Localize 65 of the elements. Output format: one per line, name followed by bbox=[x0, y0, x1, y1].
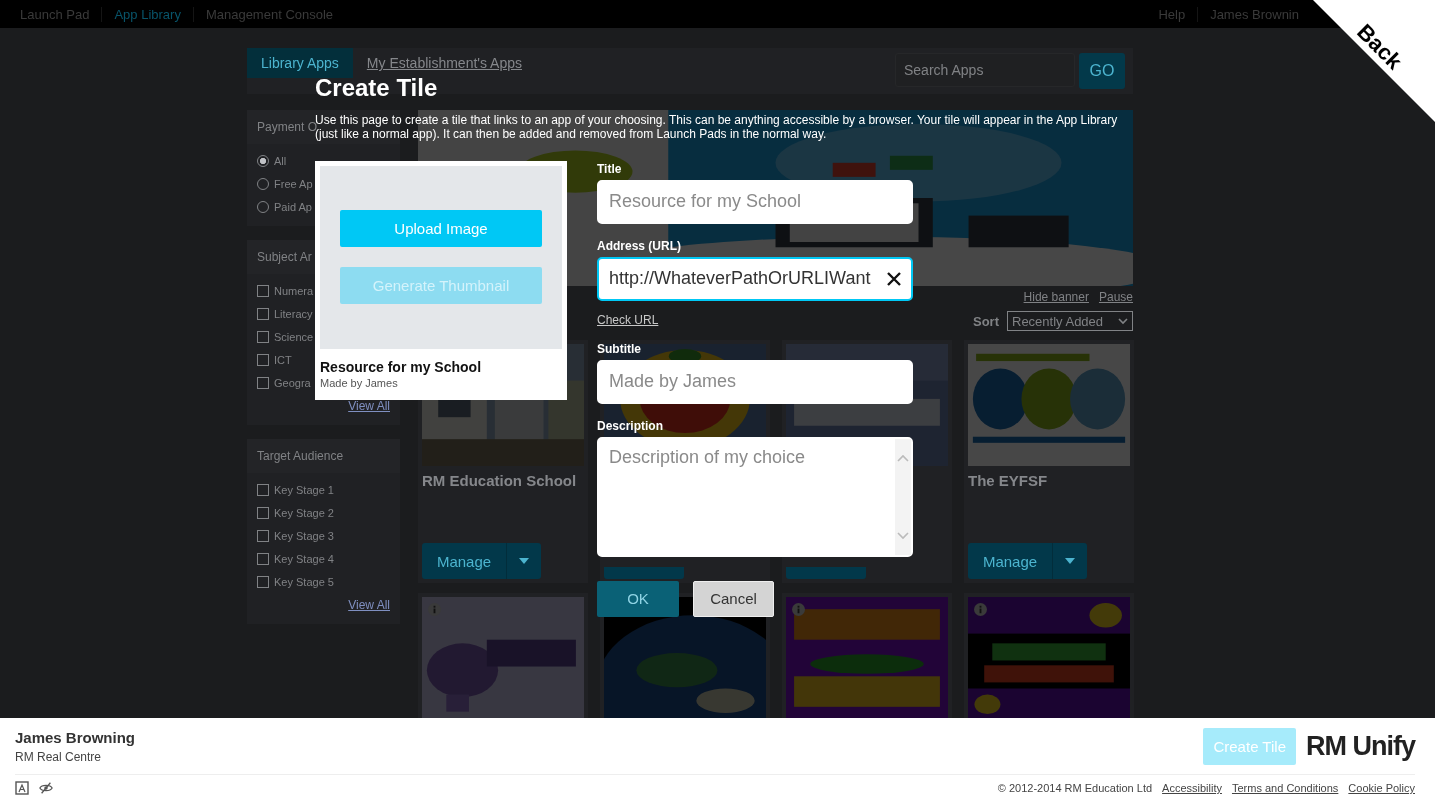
checkbox[interactable] bbox=[257, 354, 269, 366]
tile-title: RM Education School bbox=[422, 472, 578, 489]
tab[interactable]: Library Apps bbox=[247, 48, 353, 78]
manage-button[interactable]: Manage bbox=[422, 543, 506, 579]
checkbox[interactable] bbox=[257, 553, 269, 565]
option-label: Numera bbox=[274, 285, 314, 297]
option-label: Key Stage 5 bbox=[274, 576, 334, 588]
checkbox[interactable] bbox=[257, 507, 269, 519]
logo: RM Unify bbox=[1306, 730, 1415, 762]
text-size-icon[interactable] bbox=[15, 781, 29, 795]
tile-title: The EYFSF bbox=[968, 472, 1049, 489]
check-url-link[interactable]: Check URL bbox=[597, 312, 659, 327]
checkbox[interactable] bbox=[257, 576, 269, 588]
checkbox[interactable] bbox=[257, 308, 269, 320]
checkbox[interactable] bbox=[257, 484, 269, 496]
input-field[interactable]: Made by James bbox=[597, 359, 913, 404]
eye-slash-icon[interactable] bbox=[39, 781, 53, 795]
input-field[interactable]: Description of my choice bbox=[597, 436, 913, 557]
clear-icon[interactable] bbox=[885, 269, 903, 288]
caret-icon bbox=[519, 558, 529, 564]
chevron-icon bbox=[1118, 317, 1128, 325]
footer-link[interactable]: Accessibility bbox=[1162, 782, 1222, 794]
checkbox[interactable] bbox=[257, 377, 269, 389]
field-label: Title bbox=[597, 161, 623, 176]
user-name: James Browning bbox=[15, 728, 136, 746]
view-all-link[interactable]: View All bbox=[348, 399, 390, 413]
option-label: Key Stage 3 bbox=[274, 530, 334, 542]
caret-icon bbox=[1065, 558, 1075, 564]
radio-button[interactable] bbox=[257, 155, 269, 167]
preview-title: Resource for my School bbox=[320, 358, 483, 375]
banner-link[interactable]: Pause bbox=[1098, 290, 1133, 304]
option-label: Key Stage 1 bbox=[274, 484, 334, 496]
footer-link[interactable]: Cookie Policy bbox=[1348, 782, 1415, 794]
cancel-button[interactable]: Cancel bbox=[693, 580, 774, 617]
dialog-description: Use this page to create a tile that links to an app of your choosing. This can be anything accessible by a browser. Your tile will appear in the App Library (just like a normal app). It can then be added and removed from Launch Pads in the normal way. bbox=[315, 114, 1119, 142]
field-label: Address (URL) bbox=[597, 238, 682, 253]
option-label: Free Ap bbox=[274, 178, 313, 190]
option-label: Key Stage 4 bbox=[274, 553, 334, 565]
input-field[interactable]: Resource for my School bbox=[597, 179, 913, 224]
banner-link[interactable]: Hide banner bbox=[1023, 290, 1089, 304]
option-label: Literacy bbox=[274, 308, 313, 320]
option-label: Key Stage 2 bbox=[274, 507, 334, 519]
input-field[interactable]: http://WhateverPathOrURLIWant bbox=[597, 256, 913, 301]
organisation-name: RM Real Centre bbox=[15, 749, 103, 764]
footer-link[interactable]: Terms and Conditions bbox=[1231, 782, 1339, 794]
copyright: © 2012-2014 RM Education Ltd bbox=[997, 782, 1153, 794]
preview-subtitle: Made by James bbox=[320, 376, 399, 391]
field-label: Subtitle bbox=[597, 341, 642, 356]
option-label: ICT bbox=[274, 354, 292, 366]
option-label: Science bbox=[274, 331, 314, 343]
manage-button[interactable]: Manage bbox=[968, 543, 1052, 579]
option-label: Geogra bbox=[274, 377, 311, 389]
sort-select[interactable]: Recently Added bbox=[1007, 311, 1133, 331]
go-button[interactable]: GO bbox=[1079, 53, 1125, 89]
checkbox[interactable] bbox=[257, 331, 269, 343]
dropdown-button[interactable] bbox=[1052, 543, 1087, 579]
checkbox[interactable] bbox=[257, 285, 269, 297]
option-label: Paid Ap bbox=[274, 201, 312, 213]
checkbox[interactable] bbox=[257, 530, 269, 542]
field-label: Description bbox=[597, 418, 664, 433]
option-label: All bbox=[274, 155, 287, 167]
view-all-link[interactable]: View All bbox=[348, 598, 390, 612]
search-field[interactable]: Search Apps bbox=[895, 53, 1075, 87]
sort-label: Sort bbox=[973, 313, 999, 329]
dropdown-button[interactable] bbox=[506, 543, 541, 579]
